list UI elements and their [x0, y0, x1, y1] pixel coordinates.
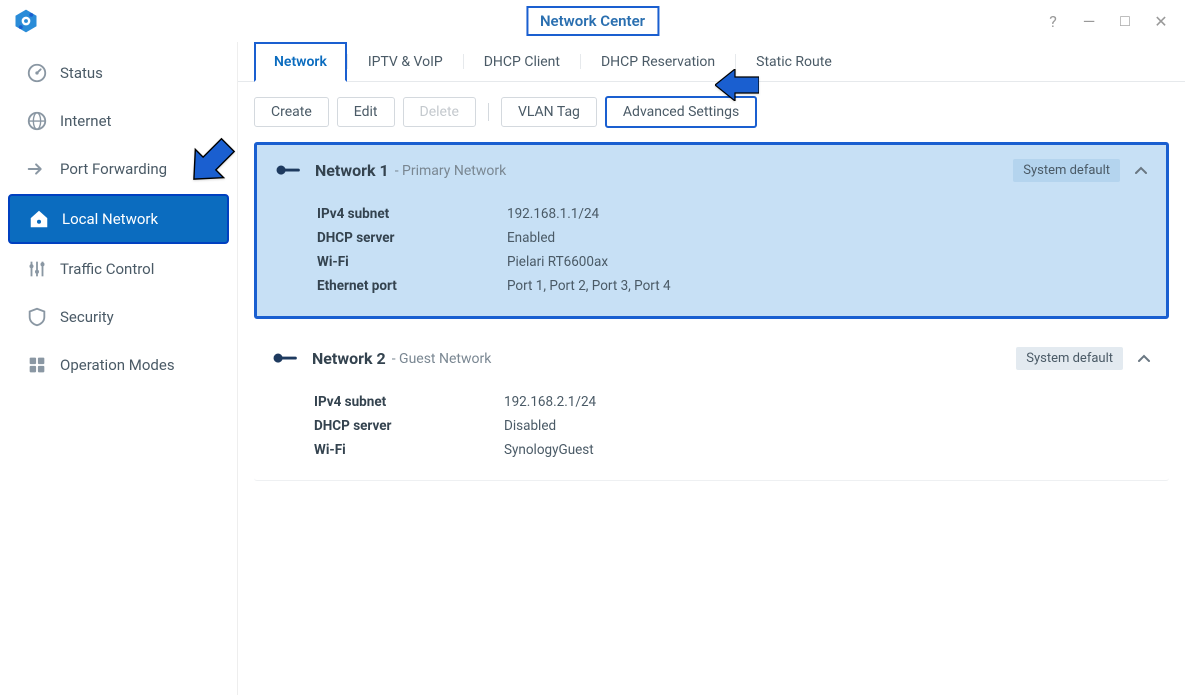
- tab-network[interactable]: Network: [254, 42, 347, 82]
- network-icon: [275, 164, 301, 178]
- network-card-1: Network 1 - Primary Network System defau…: [254, 142, 1169, 319]
- ipv4-subnet-value: 192.168.2.1/24: [504, 394, 596, 410]
- edit-button[interactable]: Edit: [337, 97, 395, 127]
- vlan-tag-button[interactable]: VLAN Tag: [501, 97, 597, 127]
- sidebar-item-label: Port Forwarding: [60, 160, 167, 178]
- dhcp-server-value: Disabled: [504, 418, 556, 434]
- wifi-label: Wi-Fi: [314, 442, 504, 458]
- app-icon: [12, 7, 40, 35]
- wifi-value: SynologyGuest: [504, 442, 594, 458]
- tab-dhcp-client[interactable]: DHCP Client: [464, 42, 580, 82]
- title-bar: Network Center ? — □ ✕: [0, 0, 1185, 42]
- network-details: IPv4 subnet192.168.2.1/24 DHCP serverDis…: [254, 384, 1169, 480]
- sliders-icon: [26, 258, 48, 280]
- toolbar: Create Edit Delete VLAN Tag Advanced Set…: [238, 82, 1185, 142]
- sidebar: Status Internet Port Forwarding Local Ne…: [0, 42, 238, 695]
- ipv4-subnet-value: 192.168.1.1/24: [507, 206, 599, 222]
- toolbar-divider: [488, 103, 489, 121]
- tab-iptv-voip[interactable]: IPTV & VoIP: [348, 42, 463, 82]
- ethernet-port-label: Ethernet port: [317, 278, 507, 294]
- dhcp-server-label: DHCP server: [314, 418, 504, 434]
- help-icon[interactable]: ?: [1041, 9, 1065, 33]
- network-details: IPv4 subnet192.168.1.1/24 DHCP serverEna…: [257, 196, 1166, 316]
- sidebar-item-operation-modes[interactable]: Operation Modes: [8, 342, 229, 388]
- dhcp-server-label: DHCP server: [317, 230, 507, 246]
- tabs: Network IPTV & VoIP DHCP Client DHCP Res…: [238, 42, 1185, 82]
- sidebar-item-label: Security: [60, 308, 114, 326]
- maximize-icon[interactable]: □: [1113, 9, 1137, 33]
- sidebar-item-security[interactable]: Security: [8, 294, 229, 340]
- network-name: Network 1: [315, 161, 389, 180]
- network-header[interactable]: Network 1 - Primary Network System defau…: [257, 145, 1166, 196]
- network-subtitle: - Guest Network: [392, 351, 492, 367]
- sidebar-item-label: Internet: [60, 112, 111, 130]
- ipv4-subnet-label: IPv4 subnet: [314, 394, 504, 410]
- sidebar-item-label: Status: [60, 64, 103, 82]
- network-card-2: Network 2 - Guest Network System default…: [254, 333, 1169, 481]
- sidebar-item-local-network[interactable]: Local Network: [8, 194, 229, 244]
- wifi-value: Pielari RT6600ax: [507, 254, 608, 270]
- window-title: Network Center: [526, 6, 659, 36]
- system-default-badge: System default: [1013, 159, 1120, 182]
- tab-static-route[interactable]: Static Route: [736, 42, 852, 82]
- system-default-badge: System default: [1016, 347, 1123, 370]
- advanced-settings-button[interactable]: Advanced Settings: [605, 96, 757, 128]
- forward-icon: [26, 158, 48, 180]
- chevron-up-icon[interactable]: [1134, 161, 1148, 180]
- network-icon: [272, 352, 298, 366]
- sidebar-item-label: Traffic Control: [60, 260, 154, 278]
- close-icon[interactable]: ✕: [1149, 9, 1173, 33]
- network-header[interactable]: Network 2 - Guest Network System default: [254, 333, 1169, 384]
- ipv4-subnet-label: IPv4 subnet: [317, 206, 507, 222]
- network-subtitle: - Primary Network: [395, 163, 507, 179]
- chevron-up-icon[interactable]: [1137, 349, 1151, 368]
- sidebar-item-internet[interactable]: Internet: [8, 98, 229, 144]
- sidebar-item-traffic-control[interactable]: Traffic Control: [8, 246, 229, 292]
- sidebar-item-label: Local Network: [62, 210, 158, 228]
- sidebar-item-port-forwarding[interactable]: Port Forwarding: [8, 146, 229, 192]
- network-name: Network 2: [312, 349, 386, 368]
- create-button[interactable]: Create: [254, 97, 329, 127]
- dhcp-server-value: Enabled: [507, 230, 555, 246]
- sidebar-item-label: Operation Modes: [60, 356, 175, 374]
- modes-icon: [26, 354, 48, 376]
- globe-icon: [26, 110, 48, 132]
- home-icon: [28, 208, 50, 230]
- sidebar-item-status[interactable]: Status: [8, 50, 229, 96]
- ethernet-port-value: Port 1, Port 2, Port 3, Port 4: [507, 278, 671, 294]
- shield-icon: [26, 306, 48, 328]
- tab-dhcp-reservation[interactable]: DHCP Reservation: [581, 42, 735, 82]
- delete-button: Delete: [403, 97, 476, 127]
- minimize-icon[interactable]: —: [1077, 9, 1101, 33]
- wifi-label: Wi-Fi: [317, 254, 507, 270]
- gauge-icon: [26, 62, 48, 84]
